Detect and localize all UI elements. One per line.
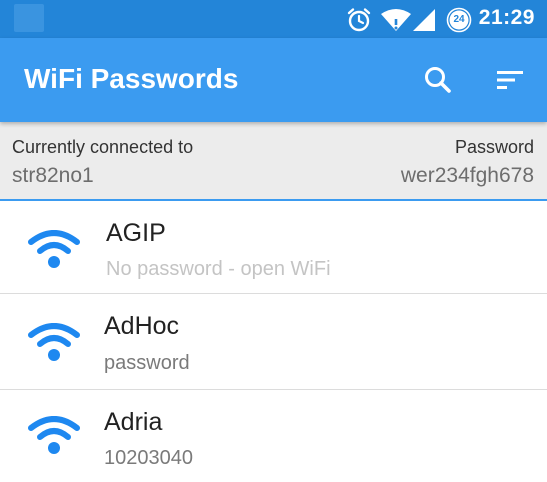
connected-password: wer234fgh678 <box>400 164 534 187</box>
app-title: WiFi Passwords <box>24 63 239 94</box>
network-list: AGIP No password - open WiFi AdHoc passw… <box>0 201 547 482</box>
status-bar: 24 21:29 <box>0 0 547 38</box>
alarm-icon <box>347 8 371 32</box>
status-time: 21:29 <box>478 6 535 29</box>
network-ssid: AdHoc <box>104 312 180 340</box>
connected-label: Currently connected to <box>12 137 194 157</box>
network-list-item[interactable]: AGIP No password - open WiFi <box>0 201 547 294</box>
sort-icon[interactable] <box>492 62 528 98</box>
connected-network-panel: Currently connected to str82no1 Password… <box>0 122 547 201</box>
wifi-icon <box>28 416 80 454</box>
wifi-icon <box>28 230 80 268</box>
network-password: password <box>104 352 190 374</box>
network-password: 10203040 <box>104 447 193 469</box>
connected-ssid: str82no1 <box>12 164 94 187</box>
wifi-signal-icon <box>381 9 411 31</box>
connected-password-label: Password <box>454 137 534 157</box>
network-list-item[interactable]: AdHoc password <box>0 294 547 390</box>
network-ssid: AGIP <box>106 219 166 247</box>
wifi-icon <box>28 323 80 361</box>
cell-signal-icon <box>413 9 435 31</box>
network-password: No password - open WiFi <box>106 258 331 280</box>
app-bar: WiFi Passwords <box>0 38 547 122</box>
battery-saver-badge: 24 <box>453 14 465 25</box>
search-icon[interactable] <box>420 62 456 98</box>
network-ssid: Adria <box>104 408 163 436</box>
network-list-item[interactable]: Adria 10203040 <box>0 390 547 482</box>
notification-icon <box>14 4 44 32</box>
